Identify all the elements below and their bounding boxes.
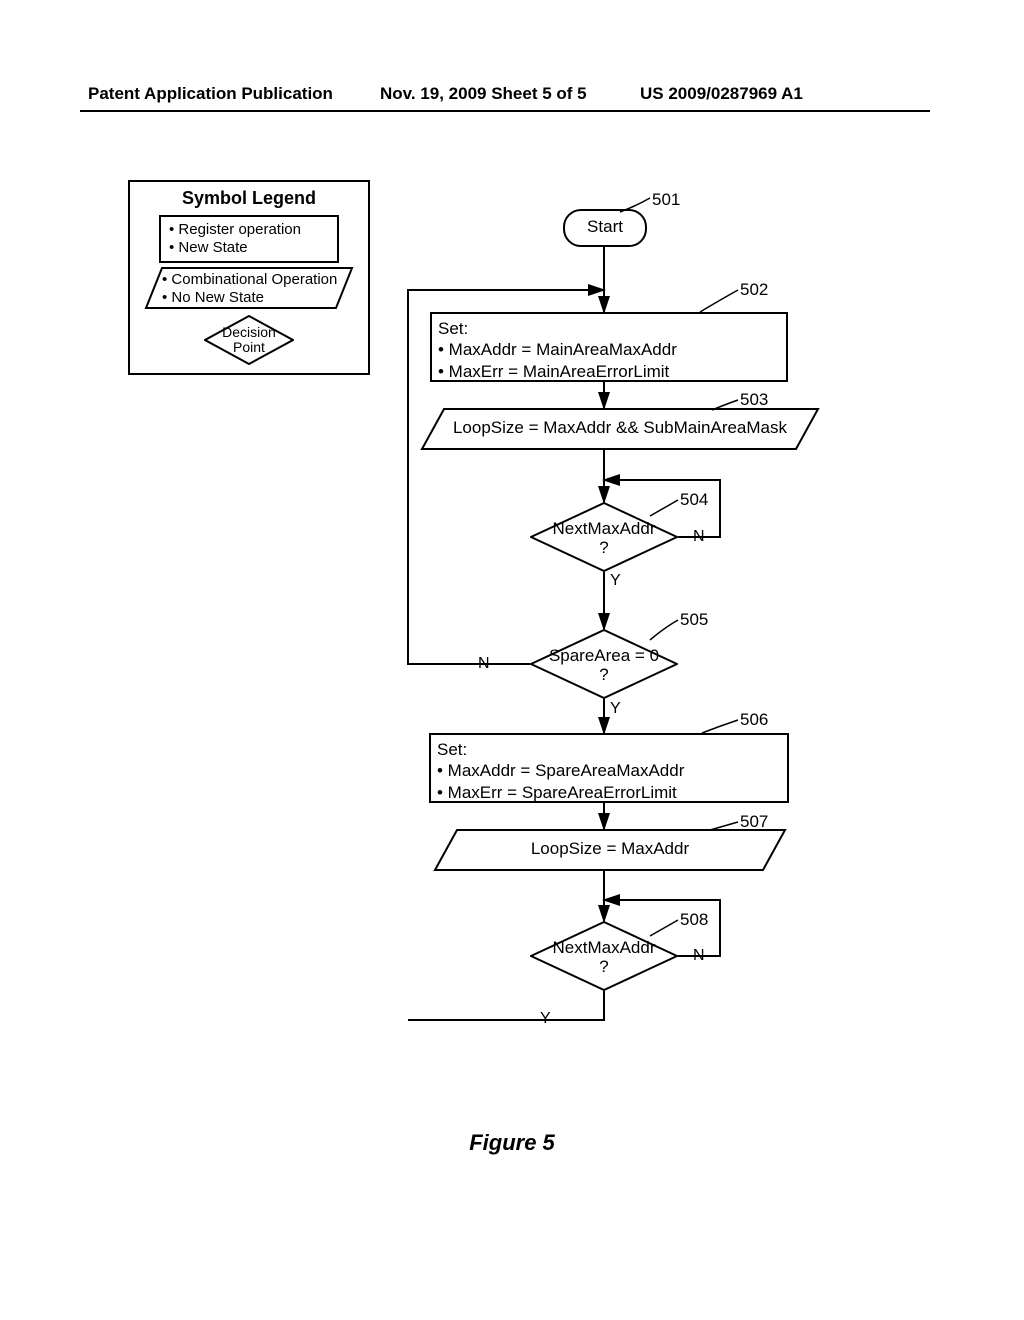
node-503: LoopSize = MaxAddr && SubMainAreaMask [420, 408, 820, 450]
ref-506: 506 [740, 710, 768, 730]
node-507-text: LoopSize = MaxAddr [433, 839, 787, 859]
node-505-l1: SpareArea = 0 [530, 647, 678, 666]
node-504-l2: ? [530, 539, 678, 558]
label-504-Y: Y [610, 572, 621, 590]
header-right: US 2009/0287969 A1 [640, 84, 803, 104]
legend-register-symbol: • Register operation • New State [159, 215, 339, 263]
node-504-l1: NextMaxAddr [530, 520, 678, 539]
node-506-l1: Set: [437, 739, 781, 760]
node-508: NextMaxAddr ? [530, 921, 678, 991]
header-rule [80, 110, 930, 112]
legend-para-line1: • Combinational Operation [162, 271, 337, 289]
ref-504: 504 [680, 490, 708, 510]
legend-diamond-line2: Point [204, 340, 294, 355]
node-start: Start [563, 209, 647, 247]
node-508-l1: NextMaxAddr [530, 939, 678, 958]
label-505-N: N [478, 655, 490, 673]
header-left: Patent Application Publication [88, 84, 333, 104]
node-504: NextMaxAddr ? [530, 502, 678, 572]
ref-503: 503 [740, 390, 768, 410]
label-505-Y: Y [610, 700, 621, 718]
symbol-legend: Symbol Legend • Register operation • New… [128, 180, 370, 375]
node-505-l2: ? [530, 666, 678, 685]
legend-title: Symbol Legend [134, 188, 364, 209]
ref-502: 502 [740, 280, 768, 300]
node-503-text: LoopSize = MaxAddr && SubMainAreaMask [420, 418, 820, 438]
legend-para-line2: • No New State [162, 289, 337, 307]
node-508-l2: ? [530, 958, 678, 977]
legend-decision-symbol: Decision Point [204, 315, 294, 365]
node-506: Set: • MaxAddr = SpareAreaMaxAddr • MaxE… [429, 733, 789, 803]
node-502: Set: • MaxAddr = MainAreaMaxAddr • MaxEr… [430, 312, 788, 382]
node-502-l2: • MaxAddr = MainAreaMaxAddr [438, 339, 780, 360]
figure-caption: Figure 5 [0, 1130, 1024, 1156]
legend-rect-line1: • Register operation [169, 221, 329, 239]
ref-505: 505 [680, 610, 708, 630]
header-center: Nov. 19, 2009 Sheet 5 of 5 [380, 84, 587, 104]
label-504-N: N [693, 528, 705, 546]
ref-508: 508 [680, 910, 708, 930]
legend-combinational-symbol: • Combinational Operation • No New State [144, 267, 354, 309]
node-505: SpareArea = 0 ? [530, 629, 678, 699]
ref-501: 501 [652, 190, 680, 210]
node-506-l3: • MaxErr = SpareAreaErrorLimit [437, 782, 781, 803]
label-508-Y: Y [540, 1010, 551, 1028]
ref-507: 507 [740, 812, 768, 832]
legend-diamond-line1: Decision [204, 325, 294, 340]
node-502-l1: Set: [438, 318, 780, 339]
node-506-l2: • MaxAddr = SpareAreaMaxAddr [437, 760, 781, 781]
legend-rect-line2: • New State [169, 239, 329, 257]
label-508-N: N [693, 947, 705, 965]
node-507: LoopSize = MaxAddr [433, 829, 787, 871]
node-502-l3: • MaxErr = MainAreaErrorLimit [438, 361, 780, 382]
